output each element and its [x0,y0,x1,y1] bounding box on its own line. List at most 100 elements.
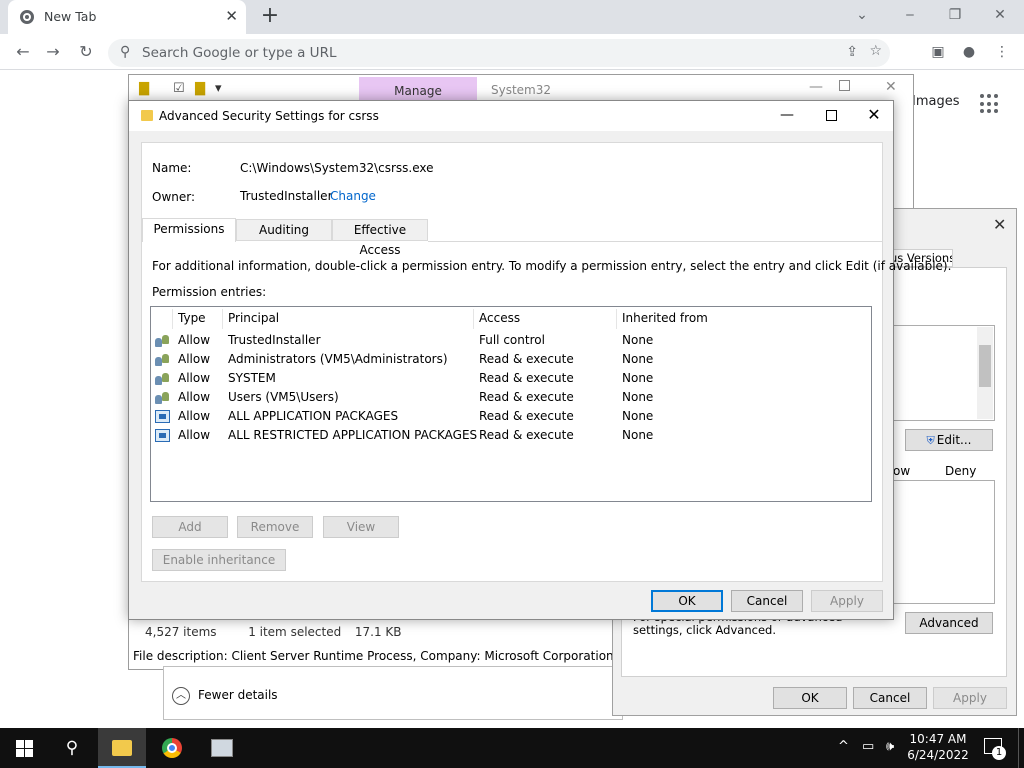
tab-search-chevron-icon[interactable]: ⌄ [842,4,882,28]
profile-avatar-icon[interactable]: ● [957,40,981,64]
volume-icon[interactable]: 🕪 [886,739,894,754]
clock-date: 6/24/2022 [907,748,969,762]
edit-permissions-button[interactable]: ⛨ Edit... [905,429,993,451]
users-icon [155,334,171,348]
chevron-up-icon[interactable]: ^ [838,739,849,754]
bookmark-star-icon[interactable]: ☆ [869,43,882,59]
dialog-close-button[interactable]: ✕ [855,103,893,129]
taskbar-search-icon[interactable]: ⚲ [50,728,94,768]
properties-icon[interactable]: ☑ [173,81,185,96]
reload-icon[interactable]: ↻ [73,40,99,64]
status-size: 17.1 KB [354,625,402,639]
permission-row[interactable]: Allow Users (VM5\Users) Read & execute N… [151,388,871,407]
properties-cancel-button[interactable]: Cancel [853,687,927,709]
new-tab-button[interactable]: + [256,4,284,30]
notification-badge: 1 [992,746,1006,760]
browser-minimize-button[interactable]: ‒ [890,4,930,28]
taskbar-task-manager[interactable] [198,728,246,768]
file-explorer-icon [112,740,132,756]
system-tray: ^ ▭ 🕪 [836,728,916,768]
browser-tab-new-tab[interactable]: New Tab ✕ [8,0,246,34]
users-icon [155,372,171,386]
owner-value: TrustedInstaller [240,189,333,203]
permission-row[interactable]: Allow SYSTEM Read & execute None [151,369,871,388]
dialog-tabs: Permissions Auditing Effective Access [142,218,882,257]
explorer-maximize-button[interactable] [839,80,850,91]
windows-taskbar: ⚲ ^ ▭ 🕪 10:47 AM 6/24/2022 1 [0,728,1024,768]
permission-row[interactable]: Allow Administrators (VM5\Administrators… [151,350,871,369]
apply-button[interactable]: Apply [811,590,883,612]
dialog-minimize-button[interactable]: — [767,103,807,129]
column-header-access[interactable]: Access [479,311,520,325]
dialog-maximize-button[interactable] [809,103,855,129]
add-button[interactable]: Add [152,516,228,538]
show-desktop-button[interactable] [1018,728,1024,768]
permission-info-text: For additional information, double-click… [152,259,952,273]
browser-close-button[interactable]: ✕ [980,4,1020,28]
name-value: C:\Windows\System32\csrss.exe [240,161,434,175]
permission-row[interactable]: Allow ALL APPLICATION PACKAGES Read & ex… [151,407,871,426]
network-icon[interactable]: ▭ [862,739,874,754]
tab-permissions[interactable]: Permissions [142,218,236,242]
change-owner-link[interactable]: Change [330,189,376,203]
column-header-type[interactable]: Type [178,311,206,325]
fewer-details-link[interactable]: Fewer details [198,688,278,702]
permission-row[interactable]: Allow TrustedInstaller Full control None [151,331,871,350]
side-panel-icon[interactable]: ▣ [926,40,950,64]
omnibox-placeholder: Search Google or type a URL [142,45,337,61]
group-list-scrollbar[interactable] [977,327,993,419]
taskbar-chrome[interactable] [148,728,196,768]
omnibox[interactable]: ⚲ Search Google or type a URL ⇪ ☆ [108,39,890,67]
forward-arrow-icon[interactable]: → [40,40,66,64]
chrome-icon [162,738,182,758]
advanced-button[interactable]: Advanced [905,612,993,634]
share-icon[interactable]: ⇪ [846,44,858,60]
permission-checklist [893,480,995,604]
ok-button[interactable]: OK [651,590,723,612]
app-package-icon [155,410,170,423]
properties-apply-button[interactable]: Apply [933,687,1007,709]
search-icon: ⚲ [120,44,131,60]
explorer-status-bar: 4,527 items 1 item selected 17.1 KB [145,625,402,639]
properties-ok-button[interactable]: OK [773,687,847,709]
users-icon [155,353,171,367]
deny-column-header: Deny [945,464,977,478]
permission-row[interactable]: Allow ALL RESTRICTED APPLICATION PACKAGE… [151,426,871,445]
enable-inheritance-button[interactable]: Enable inheritance [152,549,286,571]
tab-close-icon[interactable]: ✕ [225,7,238,25]
google-images-link[interactable]: Images [912,94,960,109]
cancel-button[interactable]: Cancel [731,590,803,612]
dialog-title: Advanced Security Settings for csrss [159,109,379,123]
google-apps-icon[interactable] [980,94,1000,114]
taskbar-file-explorer[interactable] [98,728,146,768]
tab-auditing[interactable]: Auditing [236,219,332,241]
column-header-inherited[interactable]: Inherited from [622,311,708,325]
browser-menu-icon[interactable]: ⋮ [990,40,1014,64]
taskbar-clock[interactable]: 10:47 AM 6/24/2022 [906,731,970,763]
view-button[interactable]: View [323,516,399,538]
status-item-count: 4,527 items [145,625,217,639]
tab-effective-access[interactable]: Effective Access [332,219,428,257]
start-button[interactable] [0,728,48,768]
back-arrow-icon[interactable]: ← [10,40,36,64]
properties-close-button[interactable]: ✕ [993,215,1006,234]
explorer-minimize-button[interactable]: — [809,79,823,95]
name-label: Name: [152,161,192,175]
chevron-up-icon[interactable]: ︿ [172,687,190,705]
remove-button[interactable]: Remove [237,516,313,538]
owner-label: Owner: [152,190,196,204]
users-icon [155,391,171,405]
new-folder-icon[interactable]: ▇ [195,81,205,96]
maximize-icon [826,110,837,121]
quick-access-dropdown-icon[interactable]: ▾ [215,81,222,96]
browser-restore-button[interactable]: ❐ [935,4,975,28]
uac-shield-icon: ⛨ [926,434,935,447]
clock-time: 10:47 AM [909,732,967,746]
permission-entries-list[interactable]: Type Principal Access Inherited from All… [150,306,872,502]
task-manager-icon [211,739,233,757]
advanced-security-dialog: Advanced Security Settings for csrss — ✕… [128,100,951,620]
explorer-close-button[interactable]: ✕ [885,79,897,95]
explorer-window-title: System32 [491,83,552,97]
permission-entries-label: Permission entries: [152,285,267,299]
column-header-principal[interactable]: Principal [228,311,279,325]
